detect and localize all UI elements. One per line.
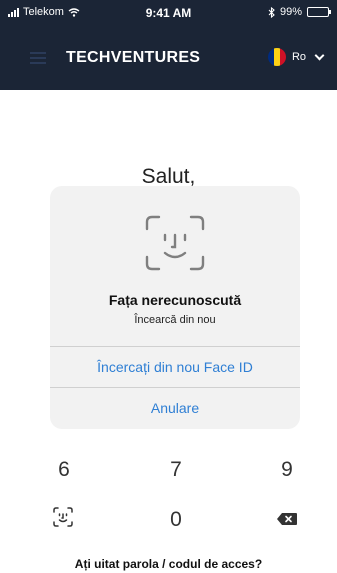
status-right: 99%: [268, 6, 331, 18]
menu-icon[interactable]: [30, 52, 46, 64]
keypad-key-6[interactable]: 6: [44, 458, 84, 482]
face-id-key-icon[interactable]: [52, 506, 74, 528]
chevron-down-icon: [314, 50, 325, 60]
battery-icon: [307, 7, 331, 17]
backspace-icon[interactable]: [276, 512, 298, 526]
dialog-subtitle: Încearcă din nou: [134, 314, 216, 326]
app-bar: TECHVENTURES Ro: [0, 38, 337, 78]
battery-percent: 99%: [279, 6, 302, 18]
bluetooth-icon: [268, 6, 275, 18]
retry-face-id-button[interactable]: Încercați din nou Face ID: [50, 346, 300, 386]
top-bar: Telekom 9:41 AM 99% TECHVENTURES Ro: [0, 0, 337, 90]
keypad-key-7[interactable]: 7: [156, 458, 196, 482]
app-title: TECHVENTURES: [66, 49, 201, 66]
keypad-key-9[interactable]: 9: [267, 458, 307, 482]
keypad-key-0[interactable]: 0: [156, 508, 196, 532]
forgot-password-link[interactable]: Ați uitat parola / codul de acces?: [0, 557, 337, 571]
cancel-button[interactable]: Anulare: [50, 387, 300, 427]
romania-flag-icon: [267, 48, 286, 66]
status-bar: Telekom 9:41 AM 99%: [0, 0, 337, 26]
language-label: Ro: [291, 51, 306, 63]
dialog-title: Fața nerecunoscută: [108, 292, 242, 308]
face-id-icon: [145, 215, 205, 271]
face-id-dialog: Fața nerecunoscută Încearcă din nou Înce…: [50, 186, 300, 429]
language-selector[interactable]: Ro: [267, 48, 325, 66]
